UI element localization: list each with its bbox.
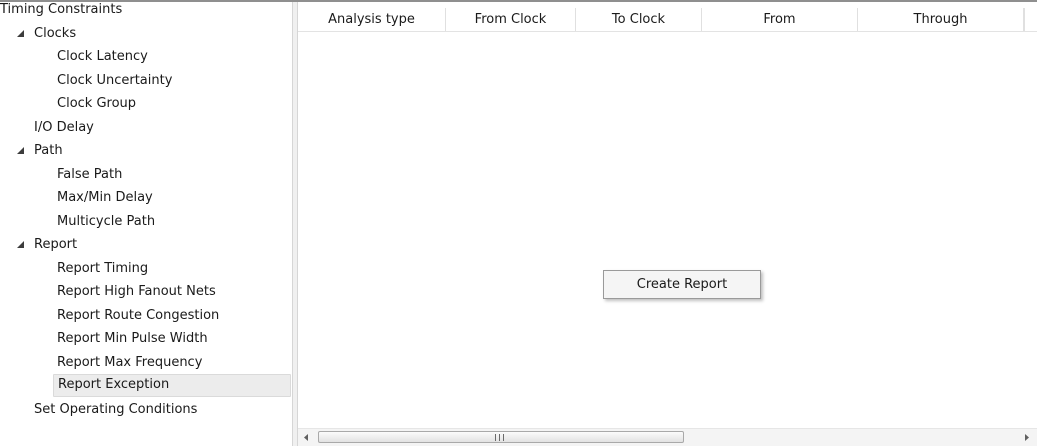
create-report-menu-item[interactable]: Create Report — [603, 270, 761, 299]
tree-item-label: Report High Fanout Nets — [57, 284, 216, 299]
column-header-filler — [1024, 8, 1025, 31]
tree-item-label: Clock Group — [57, 96, 137, 111]
tree-item-i-o-delay[interactable]: I/O Delay — [0, 116, 290, 139]
tree-item-label: Clock Uncertainty — [57, 73, 173, 88]
tree-item-clock-latency[interactable]: Clock Latency — [0, 45, 290, 68]
tree-item-report-min-pulse-width[interactable]: Report Min Pulse Width — [0, 327, 290, 350]
tree-item-clocks[interactable]: Clocks — [0, 22, 290, 45]
constraints-grid: Analysis type From Clock To Clock From Throu… — [298, 2, 1037, 446]
tree-expander-icon[interactable] — [17, 233, 27, 256]
tree-item-set-operating-conditions[interactable]: Set Operating Conditions — [0, 398, 290, 421]
tree-item-label: Set Operating Conditions — [34, 402, 198, 417]
tree-item-label: Report Timing — [57, 261, 149, 276]
tree-item-label: Path — [34, 143, 63, 158]
tree-item-label: Report Max Frequency — [57, 355, 203, 370]
tree-item-clock-uncertainty[interactable]: Clock Uncertainty — [0, 69, 290, 92]
tree-item-report-max-frequency[interactable]: Report Max Frequency — [0, 351, 290, 374]
tree-item-report-timing[interactable]: Report Timing — [0, 257, 290, 280]
tree-item-label: I/O Delay — [34, 120, 94, 135]
tree-item-report-high-fanout-nets[interactable]: Report High Fanout Nets — [0, 280, 290, 303]
scrollbar-thumb[interactable] — [318, 431, 684, 443]
column-header-to-clock[interactable]: To Clock — [576, 8, 702, 31]
tree-item-multicycle-path[interactable]: Multicycle Path — [0, 210, 290, 233]
tree-item-timing-constraints[interactable]: Timing Constraints — [0, 0, 290, 21]
tree-item-clock-group[interactable]: Clock Group — [0, 92, 290, 115]
tree-item-report[interactable]: Report — [0, 233, 290, 256]
horizontal-scrollbar[interactable] — [298, 428, 1037, 446]
tree-item-label: Report Exception — [58, 377, 170, 392]
tree-item-report-route-congestion[interactable]: Report Route Congestion — [0, 304, 290, 327]
tree-expander-icon[interactable] — [17, 139, 27, 162]
tree-expander-icon[interactable] — [17, 22, 27, 45]
tree-item-label: Report Min Pulse Width — [57, 331, 208, 346]
tree-item-label: Max/Min Delay — [57, 190, 153, 205]
tree-item-report-exception[interactable]: Report Exception — [53, 374, 291, 397]
tree-item-max-min-delay[interactable]: Max/Min Delay — [0, 186, 290, 209]
tree-item-label: Timing Constraints — [0, 2, 123, 17]
constraints-tree[interactable]: Timing Constraints Clocks Clock Latency Clo… — [0, 2, 292, 446]
tree-item-label: Report Route Congestion — [57, 308, 220, 323]
timing-constraints-window: Timing Constraints Clocks Clock Latency Clo… — [0, 0, 1037, 446]
column-header-through[interactable]: Through — [858, 8, 1024, 31]
tree-item-false-path[interactable]: False Path — [0, 163, 290, 186]
tree-item-path[interactable]: Path — [0, 139, 290, 162]
tree-item-label: Multicycle Path — [57, 214, 156, 229]
scroll-grip-icon — [495, 434, 504, 441]
column-header-from-clock[interactable]: From Clock — [446, 8, 576, 31]
column-header-from[interactable]: From — [702, 8, 858, 31]
tree-item-label: False Path — [57, 167, 123, 182]
grid-header-row: Analysis type From Clock To Clock From Throu… — [298, 8, 1037, 32]
tree-item-label: Report — [34, 237, 78, 252]
tree-item-label: Clocks — [34, 26, 77, 41]
tree-item-label: Clock Latency — [57, 49, 148, 64]
column-header-analysis-type[interactable]: Analysis type — [298, 8, 446, 31]
scroll-right-arrow-icon[interactable] — [1019, 429, 1037, 446]
scroll-left-arrow-icon[interactable] — [298, 429, 316, 446]
